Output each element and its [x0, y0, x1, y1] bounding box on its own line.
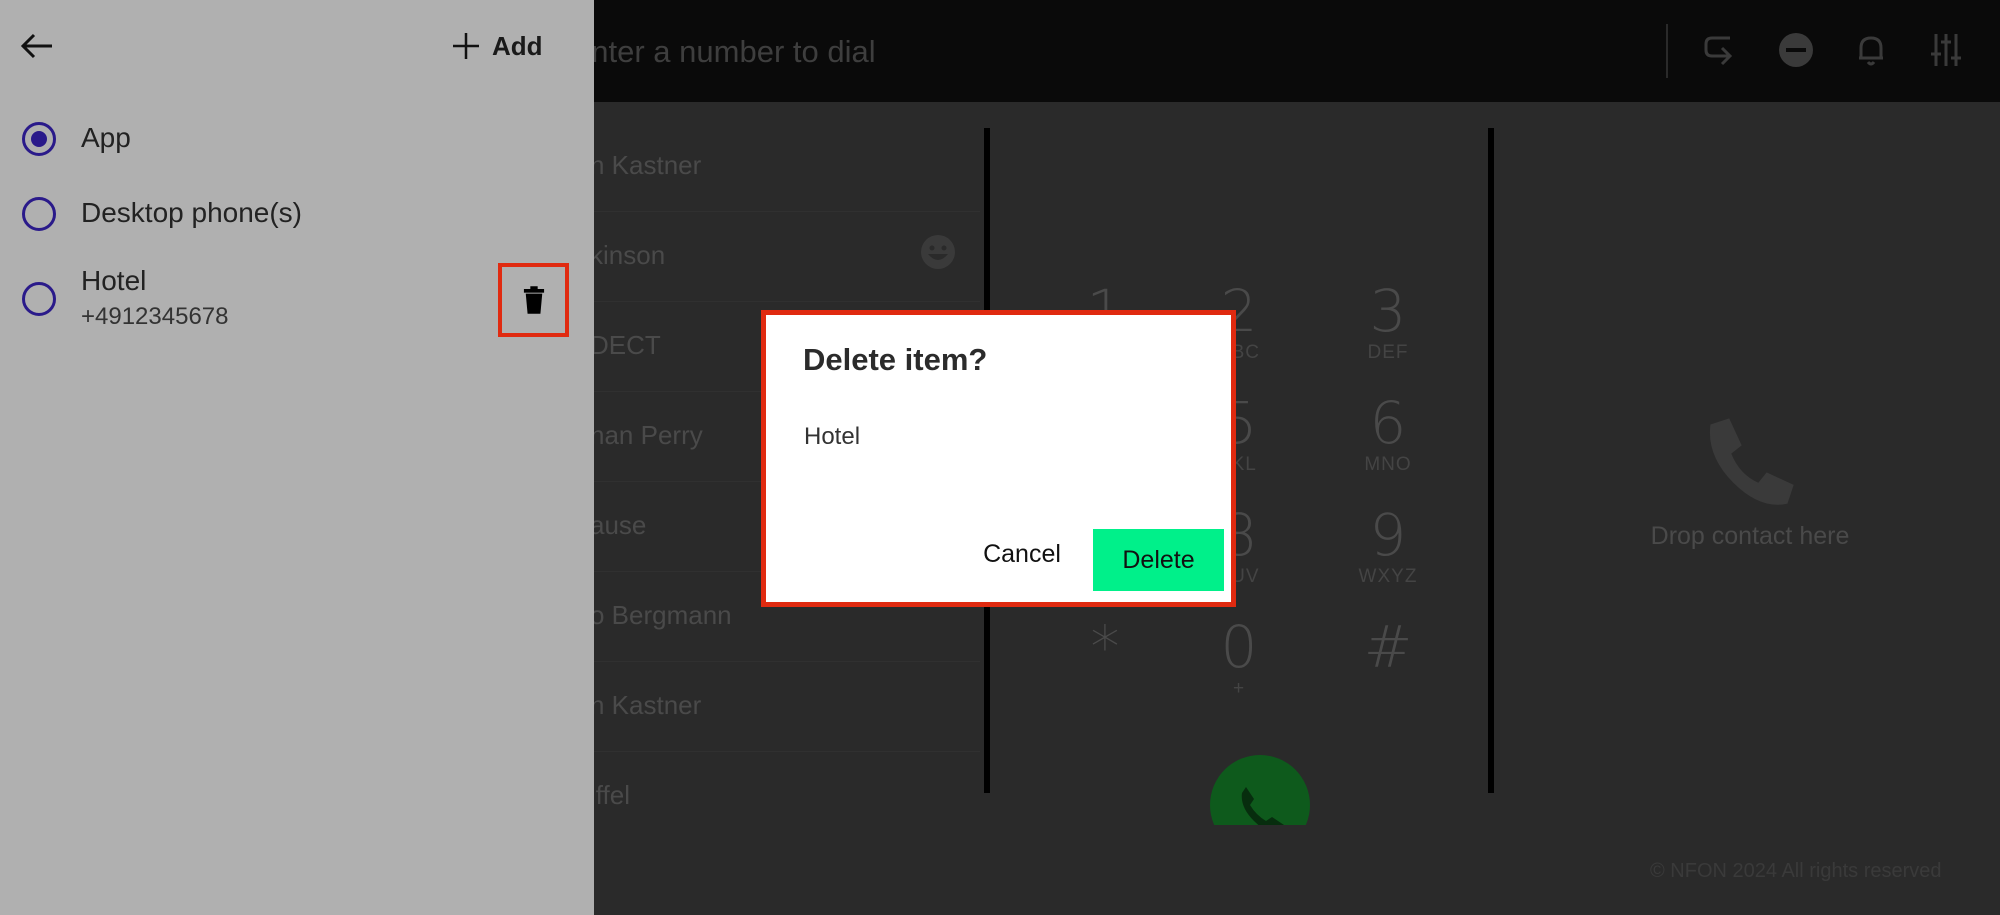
contact-name: n Kastner — [590, 150, 702, 180]
emoji-icon — [921, 235, 955, 269]
dialpad-key-star[interactable]: * — [1050, 616, 1160, 716]
phone-icon — [1709, 418, 1794, 505]
add-button[interactable]: Add — [450, 26, 543, 66]
bell-icon[interactable] — [1851, 30, 1891, 70]
option-label: Desktop phone(s) — [81, 197, 303, 228]
add-label: Add — [492, 30, 543, 61]
option-hotel[interactable] — [22, 282, 56, 316]
drop-zone[interactable]: Drop contact here — [1500, 400, 2000, 600]
settings-sliders-icon[interactable] — [1926, 30, 1966, 70]
drop-zone-label: Drop contact here — [1650, 522, 1850, 550]
radio-button[interactable] — [22, 197, 56, 231]
cancel-button[interactable]: Cancel — [966, 529, 1078, 579]
column-divider — [1488, 128, 1494, 793]
option-desktop-phones[interactable] — [22, 197, 56, 231]
contact-row[interactable]: n Kastner — [590, 662, 980, 752]
contact-name: o Bergmann — [590, 600, 732, 630]
dialpad-key-9[interactable]: 9 WXYZ — [1333, 504, 1443, 604]
contact-name: kinson — [590, 240, 666, 270]
contact-name: DECT — [590, 330, 661, 360]
plus-icon — [453, 33, 479, 59]
topbar-divider — [1666, 24, 1668, 78]
delete-button[interactable]: Delete — [1093, 529, 1224, 591]
copyright-text: © NFON 2024 All rights reserved — [1650, 860, 1942, 882]
delete-confirm-dialog: Delete item? Hotel Cancel Delete — [761, 310, 1236, 607]
back-button[interactable] — [18, 26, 58, 66]
contact-name: nan Perry — [590, 420, 703, 450]
option-number: +4912345678 — [81, 303, 229, 330]
option-app[interactable] — [22, 122, 56, 156]
do-not-disturb-icon[interactable] — [1776, 30, 1816, 70]
trash-icon — [523, 286, 544, 314]
contact-row[interactable]: n Kastner — [590, 122, 980, 212]
dialpad-key-0[interactable]: 0 + — [1184, 616, 1294, 716]
radio-button[interactable] — [22, 282, 56, 316]
contact-name: iffel — [590, 780, 630, 810]
radio-button[interactable] — [22, 122, 56, 156]
arrow-left-icon — [20, 33, 52, 59]
call-forward-icon[interactable] — [1700, 30, 1740, 70]
dialpad-key-3[interactable]: 3 DEF — [1333, 280, 1443, 380]
contact-name: ause — [590, 510, 647, 540]
delete-item-button[interactable] — [498, 263, 569, 337]
dialog-title: Delete item? — [803, 342, 988, 377]
device-selection-panel: Add App Desktop phone(s) Hotel +49123456… — [0, 0, 594, 915]
option-label: Hotel — [81, 265, 147, 296]
dialpad-key-6[interactable]: 6 MNO — [1333, 392, 1443, 492]
dialog-item-name: Hotel — [804, 423, 861, 450]
contact-name: n Kastner — [590, 690, 702, 720]
option-label: App — [81, 122, 131, 153]
contact-row[interactable]: kinson — [590, 212, 980, 302]
dialpad-key-hash[interactable]: # — [1333, 616, 1443, 716]
